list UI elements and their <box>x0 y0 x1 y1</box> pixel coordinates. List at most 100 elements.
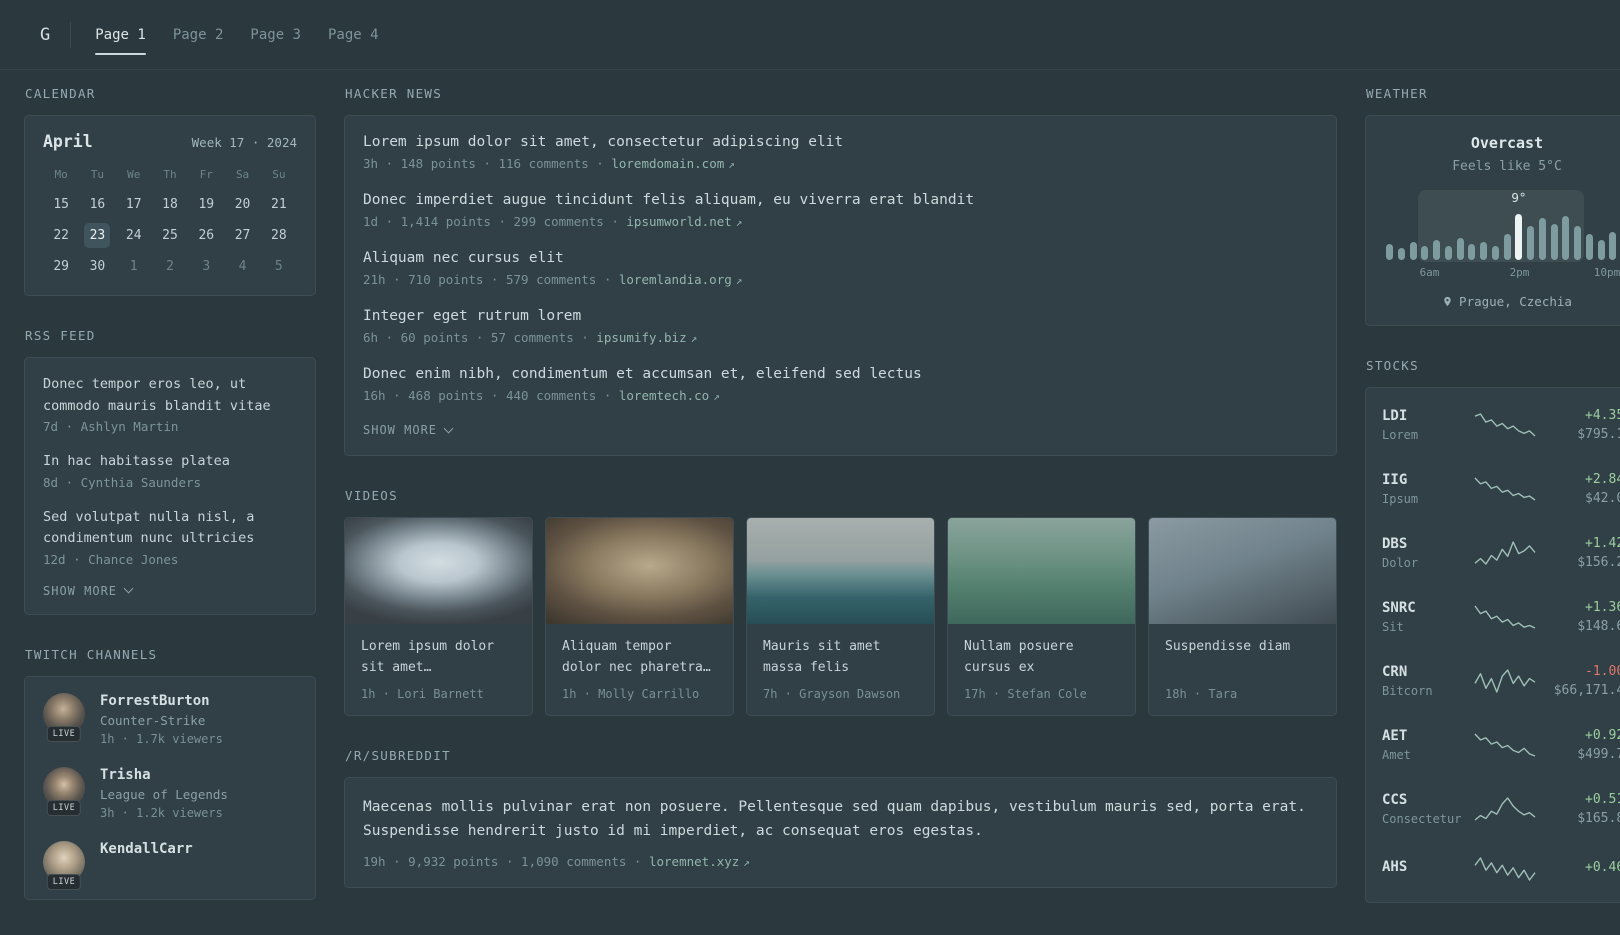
live-badge: LIVE <box>46 725 82 742</box>
weather-hour-bar <box>1527 226 1534 260</box>
channel-viewers: 1h · 1.7k viewers <box>100 731 223 746</box>
stock-row[interactable]: SNRC Sit +1.36% $148.64 <box>1382 585 1620 649</box>
video-thumbnail[interactable] <box>1149 518 1336 624</box>
calendar-week-year: Week 17 · 2024 <box>191 135 297 150</box>
stock-id: SNRC Sit <box>1382 600 1470 634</box>
hacker-news-header: HACKER NEWS <box>345 86 443 101</box>
stock-row[interactable]: CCS Consectetur +0.51% $165.84 <box>1382 777 1620 841</box>
video-card[interactable]: Aliquam tempor dolor nec pharetra… 1h · … <box>545 517 734 717</box>
video-title[interactable]: Nullam posuere cursus ex <box>964 636 1119 678</box>
hn-story-title[interactable]: Donec imperdiet augue tincidunt felis al… <box>363 192 1318 208</box>
hn-story-source-link[interactable]: loremlandia.org ↗ <box>619 272 743 287</box>
video-thumbnail[interactable] <box>546 518 733 624</box>
channel-game[interactable]: Counter-Strike <box>100 713 223 728</box>
subreddit-header: /R/SUBREDDIT <box>345 748 451 764</box>
stock-price: $66,171.48 <box>1553 683 1620 698</box>
videos-widget: VIDEOS Lorem ipsum dolor sit amet consec… <box>344 488 1337 717</box>
page-tab[interactable]: Page 4 <box>328 19 379 51</box>
video-thumbnail[interactable] <box>747 518 934 624</box>
stock-name: Amet <box>1382 748 1411 762</box>
video-meta: 1h · Lori Barnett <box>361 687 484 702</box>
video-card[interactable]: Nullam posuere cursus ex 17h · Stefan Co… <box>947 517 1136 717</box>
calendar-header: CALENDAR <box>25 86 96 101</box>
stock-row[interactable]: CRN Bitcorn -1.00% $66,171.48 <box>1382 649 1620 713</box>
calendar-day: 4 <box>238 259 247 274</box>
video-thumbnail[interactable] <box>345 518 532 624</box>
stock-change: +0.46% <box>1585 859 1620 875</box>
hn-story-stats: 21h · 710 points · 579 comments · <box>363 272 619 287</box>
video-card[interactable]: Suspendisse diam 18h · Tara <box>1148 517 1337 717</box>
weather-hour-bar <box>1503 234 1511 260</box>
page-tab[interactable]: Page 3 <box>250 19 301 51</box>
calendar-title-row: April Week 17 · 2024 <box>43 132 297 151</box>
video-info: Aliquam tempor dolor nec pharetra… 1h · … <box>546 624 733 715</box>
stock-row[interactable]: LDI Lorem +4.35% $795.18 <box>1382 393 1620 457</box>
hn-story-title[interactable]: Aliquam nec cursus elit <box>363 250 1318 266</box>
video-title[interactable]: Aliquam tempor dolor nec pharetra… <box>562 636 717 678</box>
stock-change: -1.00% <box>1585 664 1620 679</box>
twitch-channel[interactable]: LIVE KendallCarr <box>43 840 297 890</box>
calendar-day: 20 <box>234 197 251 212</box>
stock-row[interactable]: AET Amet +0.92% $499.72 <box>1382 713 1620 777</box>
stock-id: AHS <box>1382 859 1470 879</box>
hn-story-meta: 3h · 148 points · 116 comments · loremdo… <box>363 156 1318 171</box>
live-badge: LIVE <box>46 873 82 890</box>
channel-name[interactable]: Trisha <box>100 767 228 783</box>
chevron-down-icon <box>123 584 134 594</box>
hn-story-title[interactable]: Lorem ipsum dolor sit amet, consectetur … <box>363 134 1318 150</box>
stocks-card: LDI Lorem +4.35% $795.18 <box>1365 387 1620 903</box>
rss-item-title[interactable]: Donec tempor eros leo, ut commodo mauris… <box>43 374 297 417</box>
video-title[interactable]: Lorem ipsum dolor sit amet consectetu… <box>361 636 516 678</box>
channel-game[interactable]: League of Legends <box>100 787 228 802</box>
video-title[interactable]: Suspendisse diam <box>1165 636 1320 678</box>
stock-name: Sit <box>1382 620 1404 634</box>
stock-row[interactable]: AHS +0.46% <box>1382 841 1620 897</box>
video-card[interactable]: Lorem ipsum dolor sit amet consectetu… 1… <box>344 517 533 717</box>
hacker-news-card: Lorem ipsum dolor sit amet, consectetur … <box>344 115 1337 456</box>
hn-story-domain: ipsumworld.net <box>626 214 732 229</box>
stock-ticker: AHS <box>1382 859 1408 875</box>
page-tab[interactable]: Page 1 <box>95 19 146 55</box>
stock-values: +1.36% $148.64 <box>1540 600 1620 634</box>
calendar-day: 29 <box>53 259 69 274</box>
stock-price: $165.84 <box>1577 811 1620 826</box>
rss-item-title[interactable]: Sed volutpat nulla nisl, a condimentum n… <box>43 507 297 550</box>
channel-name[interactable]: ForrestBurton <box>100 693 223 709</box>
weather-card: Overcast Feels like 5°C 9° 6am 2pm 10pm … <box>1365 115 1620 326</box>
weather-hour-bar <box>1409 242 1417 260</box>
calendar-day: 1 <box>129 259 138 274</box>
stock-sparkline <box>1470 476 1540 502</box>
post-title[interactable]: Maecenas mollis pulvinar erat non posuer… <box>363 796 1318 844</box>
hn-story-meta: 21h · 710 points · 579 comments · loreml… <box>363 272 1318 287</box>
stock-sparkline <box>1470 540 1540 566</box>
video-meta: 7h · Grayson Dawson <box>763 687 901 702</box>
show-more-button[interactable]: SHOW MORE <box>43 584 134 598</box>
hn-story-source-link[interactable]: ipsumworld.net ↗ <box>626 214 742 229</box>
channel-avatar: LIVE <box>43 840 85 890</box>
twitch-channel[interactable]: LIVE ForrestBurton Counter-Strike 1h · 1… <box>43 692 297 746</box>
calendar-dow-label: Su <box>272 168 286 181</box>
hn-story-meta: 6h · 60 points · 57 comments · ipsumify.… <box>363 330 1318 345</box>
hn-story-title[interactable]: Donec enim nibh, condimentum et accumsan… <box>363 366 1318 382</box>
hn-story-source-link[interactable]: ipsumify.biz ↗ <box>596 330 697 345</box>
post-source-link[interactable]: loremnet.xyz ↗ <box>649 854 750 869</box>
video-title[interactable]: Mauris sit amet massa felis <box>763 636 918 678</box>
channel-name[interactable]: KendallCarr <box>100 841 193 857</box>
external-link-icon: ↗ <box>743 855 750 869</box>
page-tab[interactable]: Page 2 <box>173 19 224 51</box>
twitch-channel[interactable]: LIVE Trisha League of Legends 3h · 1.2k … <box>43 766 297 820</box>
show-more-button[interactable]: SHOW MORE <box>363 423 454 437</box>
video-thumbnail[interactable] <box>948 518 1135 624</box>
weather-hour-bar <box>1480 242 1487 260</box>
hn-story-source-link[interactable]: loremdomain.com ↗ <box>611 156 735 171</box>
hn-story-title[interactable]: Integer eget rutrum lorem <box>363 308 1318 324</box>
stock-id: AET Amet <box>1382 728 1470 762</box>
stock-row[interactable]: IIG Ipsum +2.84% $42.04 <box>1382 457 1620 521</box>
hn-story-source-link[interactable]: loremtech.co ↗ <box>619 388 720 403</box>
rss-item-title[interactable]: In hac habitasse platea <box>43 451 297 473</box>
video-card[interactable]: Mauris sit amet massa felis 7h · Grayson… <box>746 517 935 717</box>
stock-row[interactable]: DBS Dolor +1.42% $156.28 <box>1382 521 1620 585</box>
weather-hour-bar <box>1515 214 1523 260</box>
video-info: Suspendisse diam 18h · Tara <box>1149 624 1336 715</box>
stock-ticker: SNRC <box>1382 600 1416 616</box>
